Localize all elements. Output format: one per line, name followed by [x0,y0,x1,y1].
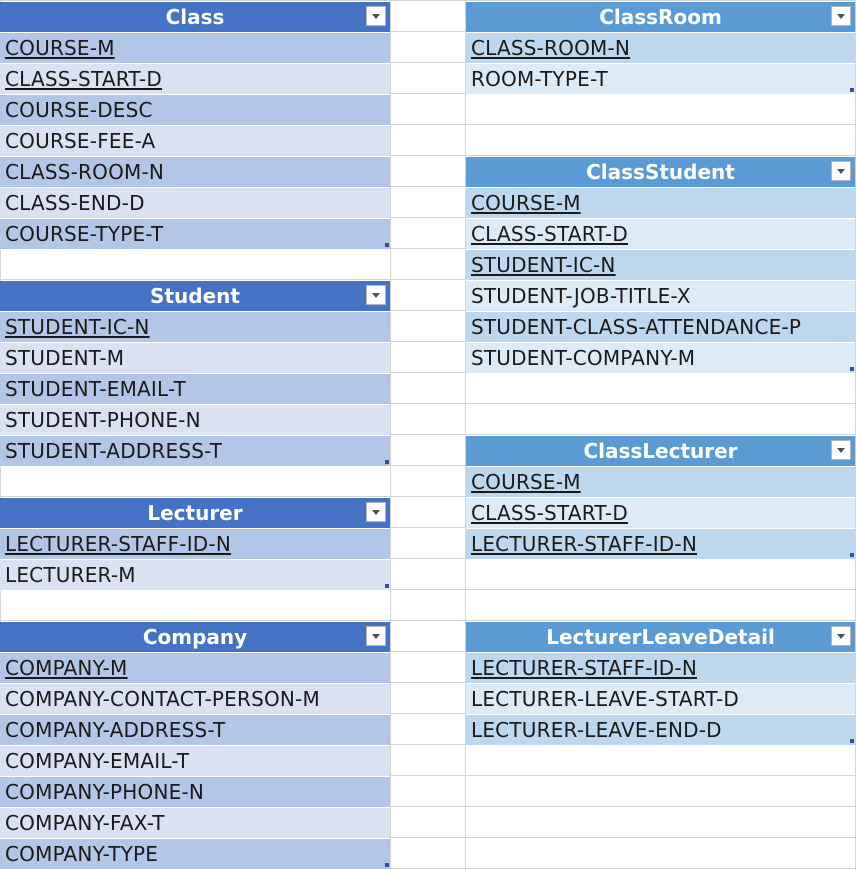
table-header: ClassLecturer [466,436,855,467]
filter-dropdown-button[interactable] [366,626,386,646]
table-row[interactable]: STUDENT-IC-N [466,250,855,281]
table-row[interactable]: LECTURER-STAFF-ID-N [0,529,390,560]
table-row[interactable]: LECTURER-STAFF-ID-N [466,653,855,684]
table-row[interactable]: CLASS-START-D [0,64,390,95]
column-divider [390,0,391,870]
table-row[interactable]: COMPANY-EMAIL-T [0,746,390,777]
table-row[interactable]: LECTURER-M [0,560,390,591]
table-student: Student STUDENT-IC-N STUDENT-M STUDENT-E… [0,281,390,467]
table-row[interactable]: COURSE-FEE-A [0,126,390,157]
table-header-label: Class [165,5,225,29]
table-row[interactable]: CLASS-START-D [466,498,855,529]
resize-handle[interactable] [385,243,389,247]
filter-dropdown-button[interactable] [831,440,851,460]
table-row[interactable]: COMPANY-CONTACT-PERSON-M [0,684,390,715]
table-header-label: LecturerLeaveDetail [546,625,775,649]
table-row[interactable]: COURSE-M [0,33,390,64]
table-row[interactable]: STUDENT-JOB-TITLE-X [466,281,855,312]
table-header-label: ClassStudent [586,160,735,184]
table-row[interactable]: COURSE-M [466,467,855,498]
filter-dropdown-button[interactable] [831,626,851,646]
table-classroom: ClassRoom CLASS-ROOM-N ROOM-TYPE-T [466,2,855,95]
table-header: Company [0,622,390,653]
table-header: Lecturer [0,498,390,529]
resize-handle[interactable] [850,739,854,743]
table-row[interactable]: STUDENT-COMPANY-M [466,343,855,374]
table-header: ClassRoom [466,2,855,33]
table-row[interactable]: COURSE-DESC [0,95,390,126]
table-row[interactable]: COURSE-TYPE-T [0,219,390,250]
table-header-label: Student [150,284,240,308]
table-header: Class [0,2,390,33]
table-row[interactable]: CLASS-START-D [466,219,855,250]
table-header: Student [0,281,390,312]
table-header-label: ClassRoom [599,5,722,29]
resize-handle[interactable] [385,863,389,867]
table-row[interactable]: COMPANY-FAX-T [0,808,390,839]
table-header-label: ClassLecturer [583,439,738,463]
resize-handle[interactable] [850,367,854,371]
table-header-label: Company [142,625,248,649]
table-row[interactable]: COMPANY-M [0,653,390,684]
table-lecturerleavedetail: LecturerLeaveDetail LECTURER-STAFF-ID-N … [466,622,855,746]
table-classstudent: ClassStudent COURSE-M CLASS-START-D STUD… [466,157,855,374]
table-row[interactable]: CLASS-ROOM-N [0,157,390,188]
table-row[interactable]: STUDENT-IC-N [0,312,390,343]
table-lecturer: Lecturer LECTURER-STAFF-ID-N LECTURER-M [0,498,390,591]
table-row[interactable]: STUDENT-PHONE-N [0,405,390,436]
resize-handle[interactable] [850,553,854,557]
table-row[interactable]: LECTURER-LEAVE-START-D [466,684,855,715]
table-row[interactable]: STUDENT-ADDRESS-T [0,436,390,467]
table-row[interactable]: ROOM-TYPE-T [466,64,855,95]
filter-dropdown-button[interactable] [831,6,851,26]
resize-handle[interactable] [850,88,854,92]
table-row[interactable]: STUDENT-CLASS-ATTENDANCE-P [466,312,855,343]
table-header-label: Lecturer [147,501,243,525]
resize-handle[interactable] [385,584,389,588]
filter-dropdown-button[interactable] [366,502,386,522]
table-header: LecturerLeaveDetail [466,622,855,653]
table-header: ClassStudent [466,157,855,188]
table-class: Class COURSE-M CLASS-START-D COURSE-DESC… [0,2,390,250]
table-row[interactable]: CLASS-END-D [0,188,390,219]
resize-handle[interactable] [385,460,389,464]
table-row[interactable]: COMPANY-ADDRESS-T [0,715,390,746]
table-row[interactable]: LECTURER-STAFF-ID-N [466,529,855,560]
table-row[interactable]: COURSE-M [466,188,855,219]
table-classlecturer: ClassLecturer COURSE-M CLASS-START-D LEC… [466,436,855,560]
filter-dropdown-button[interactable] [366,6,386,26]
table-row[interactable]: COMPANY-PHONE-N [0,777,390,808]
filter-dropdown-button[interactable] [831,161,851,181]
table-row[interactable]: COMPANY-TYPE [0,839,390,870]
filter-dropdown-button[interactable] [366,285,386,305]
table-row[interactable]: STUDENT-M [0,343,390,374]
table-company: Company COMPANY-M COMPANY-CONTACT-PERSON… [0,622,390,870]
table-row[interactable]: LECTURER-LEAVE-END-D [466,715,855,746]
table-row[interactable]: STUDENT-EMAIL-T [0,374,390,405]
table-row[interactable]: CLASS-ROOM-N [466,33,855,64]
